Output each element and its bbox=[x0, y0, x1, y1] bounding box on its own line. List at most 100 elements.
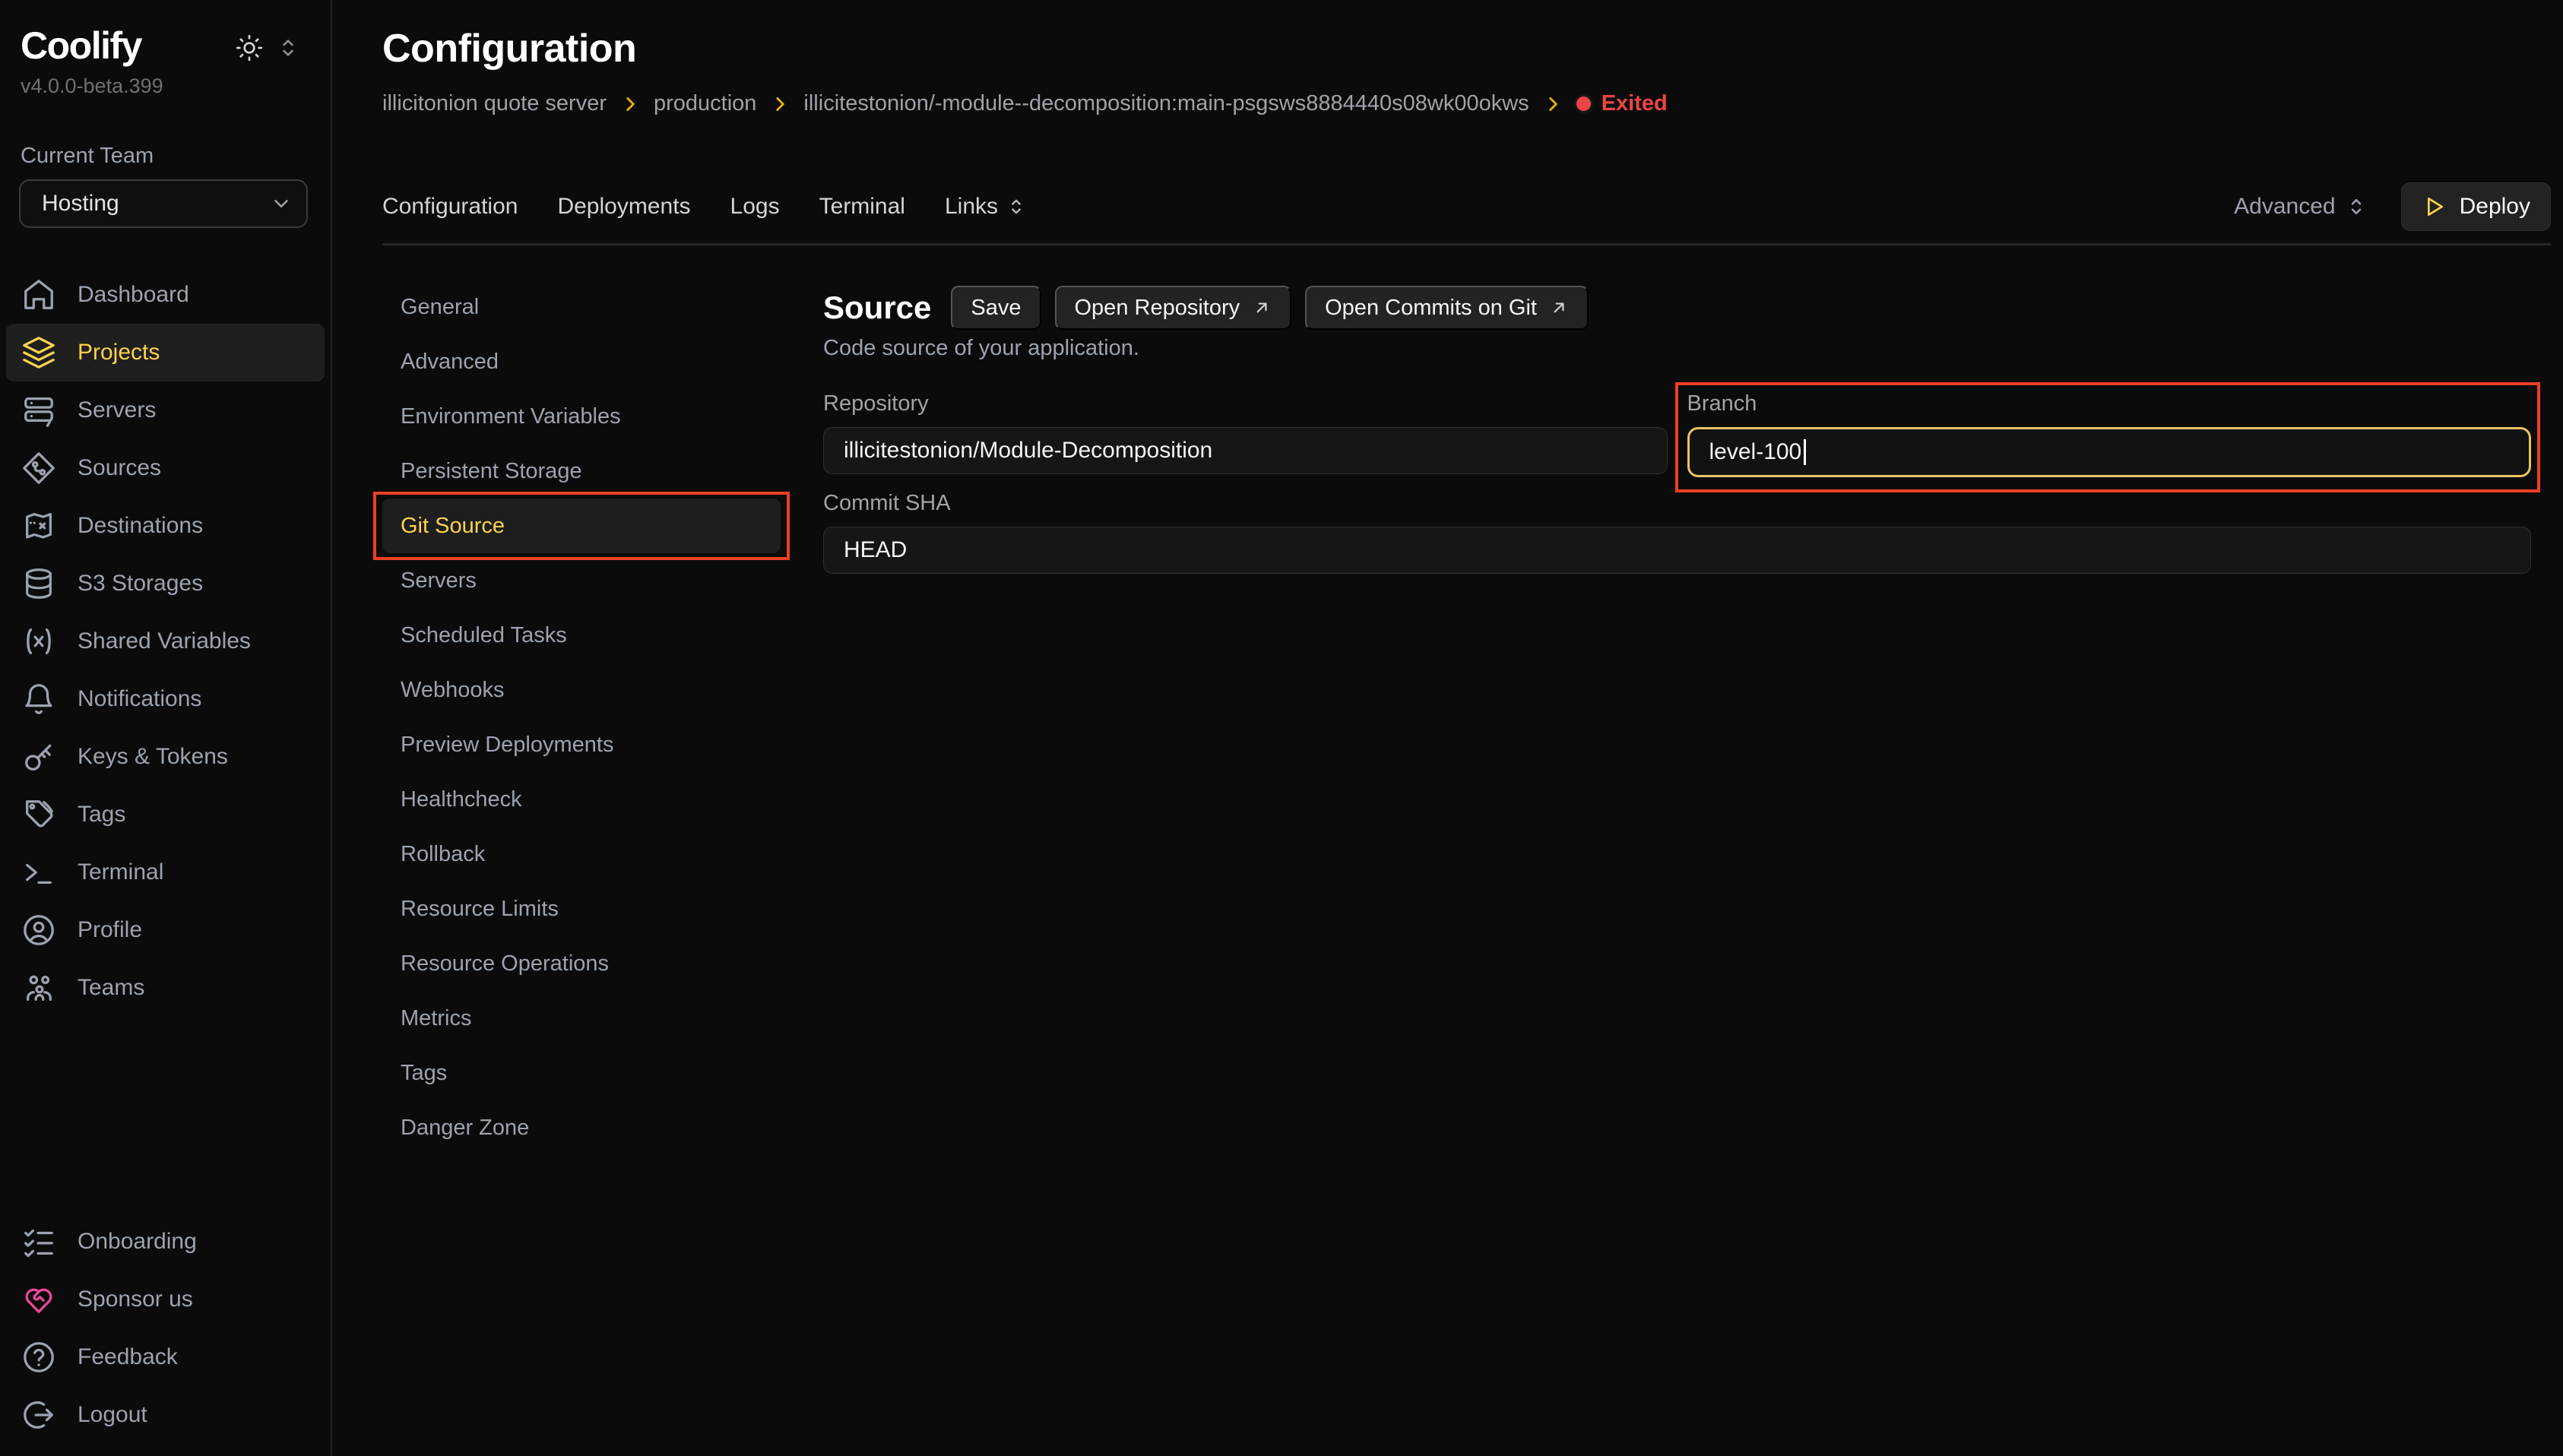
sidebar-item-sponsor-us[interactable]: Sponsor us bbox=[6, 1271, 325, 1328]
sidebar-item-logout[interactable]: Logout bbox=[6, 1386, 325, 1444]
sidebar-item-shared-variables[interactable]: Shared Variables bbox=[6, 612, 325, 670]
tab-logs[interactable]: Logs bbox=[730, 194, 780, 220]
sidebar-item-sources[interactable]: Sources bbox=[6, 439, 325, 497]
git-source-panel: Source Save Open Repository Open Commits… bbox=[823, 280, 2551, 1155]
chevrons-up-down-icon[interactable] bbox=[276, 36, 300, 60]
tab-links[interactable]: Links bbox=[945, 194, 1027, 220]
sidebar: Coolify v4.0.0-beta.399 Current Team Hos… bbox=[0, 0, 332, 1456]
chevron-down-icon bbox=[270, 192, 293, 215]
theme-toggle-sun-icon[interactable] bbox=[235, 33, 264, 62]
sidebar-item-tags[interactable]: Tags bbox=[6, 786, 325, 844]
checklist-icon bbox=[21, 1224, 56, 1259]
subnav-item-persistent-storage[interactable]: Persistent Storage bbox=[382, 444, 781, 499]
subnav-item-danger-zone[interactable]: Danger Zone bbox=[382, 1100, 781, 1155]
app-version: v4.0.0-beta.399 bbox=[0, 74, 331, 98]
app-logo: Coolify bbox=[21, 23, 141, 68]
sidebar-item-profile[interactable]: Profile bbox=[6, 901, 325, 959]
logo-row: Coolify bbox=[0, 23, 331, 68]
subnav-item-metrics[interactable]: Metrics bbox=[382, 991, 781, 1046]
sidebar-item-s3-storages[interactable]: S3 Storages bbox=[6, 555, 325, 612]
sidebar-item-teams[interactable]: Teams bbox=[6, 959, 325, 1017]
tab-configuration[interactable]: Configuration bbox=[382, 194, 518, 220]
breadcrumb-project[interactable]: illicitonion quote server bbox=[382, 91, 607, 116]
server-icon bbox=[21, 393, 56, 428]
sidebar-item-notifications[interactable]: Notifications bbox=[6, 670, 325, 728]
source-fields: Repository illicitestonion/Module-Decomp… bbox=[823, 391, 2531, 477]
sidebar-item-label: Tags bbox=[78, 802, 125, 828]
tab-terminal[interactable]: Terminal bbox=[819, 194, 905, 220]
help-circle-icon bbox=[21, 1340, 56, 1375]
map-icon bbox=[21, 508, 56, 543]
sidebar-item-terminal[interactable]: Terminal bbox=[6, 844, 325, 901]
sidebar-item-projects[interactable]: Projects bbox=[6, 324, 325, 381]
save-button[interactable]: Save bbox=[951, 286, 1041, 330]
external-link-icon bbox=[1549, 298, 1569, 318]
logout-icon bbox=[21, 1397, 56, 1432]
subnav-item-environment-variables[interactable]: Environment Variables bbox=[382, 389, 781, 444]
sidebar-item-onboarding[interactable]: Onboarding bbox=[6, 1213, 325, 1271]
tab-deployments[interactable]: Deployments bbox=[557, 194, 690, 220]
sidebar-item-keys-tokens[interactable]: Keys & Tokens bbox=[6, 728, 325, 786]
chevron-right-icon bbox=[620, 94, 640, 114]
play-icon bbox=[2422, 195, 2446, 219]
status-badge: Exited bbox=[1576, 91, 1668, 116]
source-description: Code source of your application. bbox=[823, 336, 2531, 361]
breadcrumb-application[interactable]: illicitestonion/-module--decomposition:m… bbox=[803, 91, 1529, 116]
status-text: Exited bbox=[1601, 91, 1668, 116]
subnav-item-scheduled-tasks[interactable]: Scheduled Tasks bbox=[382, 608, 781, 663]
settings-subnav: General Advanced Environment Variables P… bbox=[382, 280, 823, 1155]
open-commits-button[interactable]: Open Commits on Git bbox=[1305, 286, 1589, 330]
subnav-item-webhooks[interactable]: Webhooks bbox=[382, 663, 781, 717]
repository-field: Repository illicitestonion/Module-Decomp… bbox=[823, 391, 1668, 477]
user-circle-icon bbox=[21, 913, 56, 948]
deploy-button[interactable]: Deploy bbox=[2401, 182, 2551, 231]
sidebar-item-label: Sources bbox=[78, 455, 161, 481]
sidebar-item-destinations[interactable]: Destinations bbox=[6, 497, 325, 555]
subnav-item-resource-limits[interactable]: Resource Limits bbox=[382, 882, 781, 936]
team-select[interactable]: Hosting bbox=[19, 179, 308, 228]
bell-icon bbox=[21, 682, 56, 717]
chevrons-up-down-icon bbox=[2345, 195, 2368, 218]
sidebar-item-label: Servers bbox=[78, 397, 156, 423]
subnav-item-rollback[interactable]: Rollback bbox=[382, 827, 781, 882]
commit-sha-input[interactable]: HEAD bbox=[823, 527, 2531, 574]
subnav-item-healthcheck[interactable]: Healthcheck bbox=[382, 772, 781, 827]
commit-sha-field: Commit SHA HEAD bbox=[823, 491, 2531, 574]
subnav-item-resource-operations[interactable]: Resource Operations bbox=[382, 936, 781, 991]
users-icon bbox=[21, 970, 56, 1005]
sidebar-nav: Dashboard Projects Servers Sources Desti… bbox=[0, 266, 331, 1017]
sidebar-footer: Onboarding Sponsor us Feedback Logout bbox=[0, 1213, 331, 1456]
sidebar-item-label: Terminal bbox=[78, 859, 163, 885]
sidebar-item-label: Onboarding bbox=[78, 1229, 197, 1255]
sidebar-item-label: Shared Variables bbox=[78, 628, 251, 654]
tabs: Configuration Deployments Logs Terminal … bbox=[382, 194, 1027, 220]
subnav-item-tags[interactable]: Tags bbox=[382, 1046, 781, 1100]
current-team-label: Current Team bbox=[0, 144, 331, 169]
sidebar-item-feedback[interactable]: Feedback bbox=[6, 1328, 325, 1386]
sidebar-item-dashboard[interactable]: Dashboard bbox=[6, 266, 325, 324]
layers-icon bbox=[21, 335, 56, 370]
sidebar-item-label: Profile bbox=[78, 917, 142, 943]
heart-handshake-icon bbox=[21, 1282, 56, 1317]
sidebar-item-label: Projects bbox=[78, 340, 160, 366]
subnav-item-preview-deployments[interactable]: Preview Deployments bbox=[382, 717, 781, 772]
subnav-item-git-source[interactable]: Git Source bbox=[382, 499, 781, 553]
sidebar-item-label: S3 Storages bbox=[78, 571, 203, 597]
subnav-item-general[interactable]: General bbox=[382, 280, 781, 334]
sidebar-item-servers[interactable]: Servers bbox=[6, 381, 325, 439]
main-content: Configuration illicitonion quote server … bbox=[334, 26, 2563, 1155]
variable-icon bbox=[21, 624, 56, 659]
subnav-item-servers[interactable]: Servers bbox=[382, 553, 781, 608]
sidebar-item-label: Destinations bbox=[78, 513, 203, 539]
open-repository-button[interactable]: Open Repository bbox=[1055, 286, 1292, 330]
branch-input[interactable]: level-100 bbox=[1687, 427, 2532, 477]
git-diamond-icon bbox=[21, 451, 56, 486]
key-icon bbox=[21, 739, 56, 774]
breadcrumb-environment[interactable]: production bbox=[654, 91, 756, 116]
repository-input[interactable]: illicitestonion/Module-Decomposition bbox=[823, 427, 1668, 474]
chevron-right-icon bbox=[1543, 94, 1563, 114]
chevron-right-icon bbox=[770, 94, 790, 114]
breadcrumb: illicitonion quote server production ill… bbox=[382, 91, 2551, 116]
advanced-dropdown[interactable]: Advanced bbox=[2234, 194, 2367, 220]
subnav-item-advanced[interactable]: Advanced bbox=[382, 334, 781, 389]
